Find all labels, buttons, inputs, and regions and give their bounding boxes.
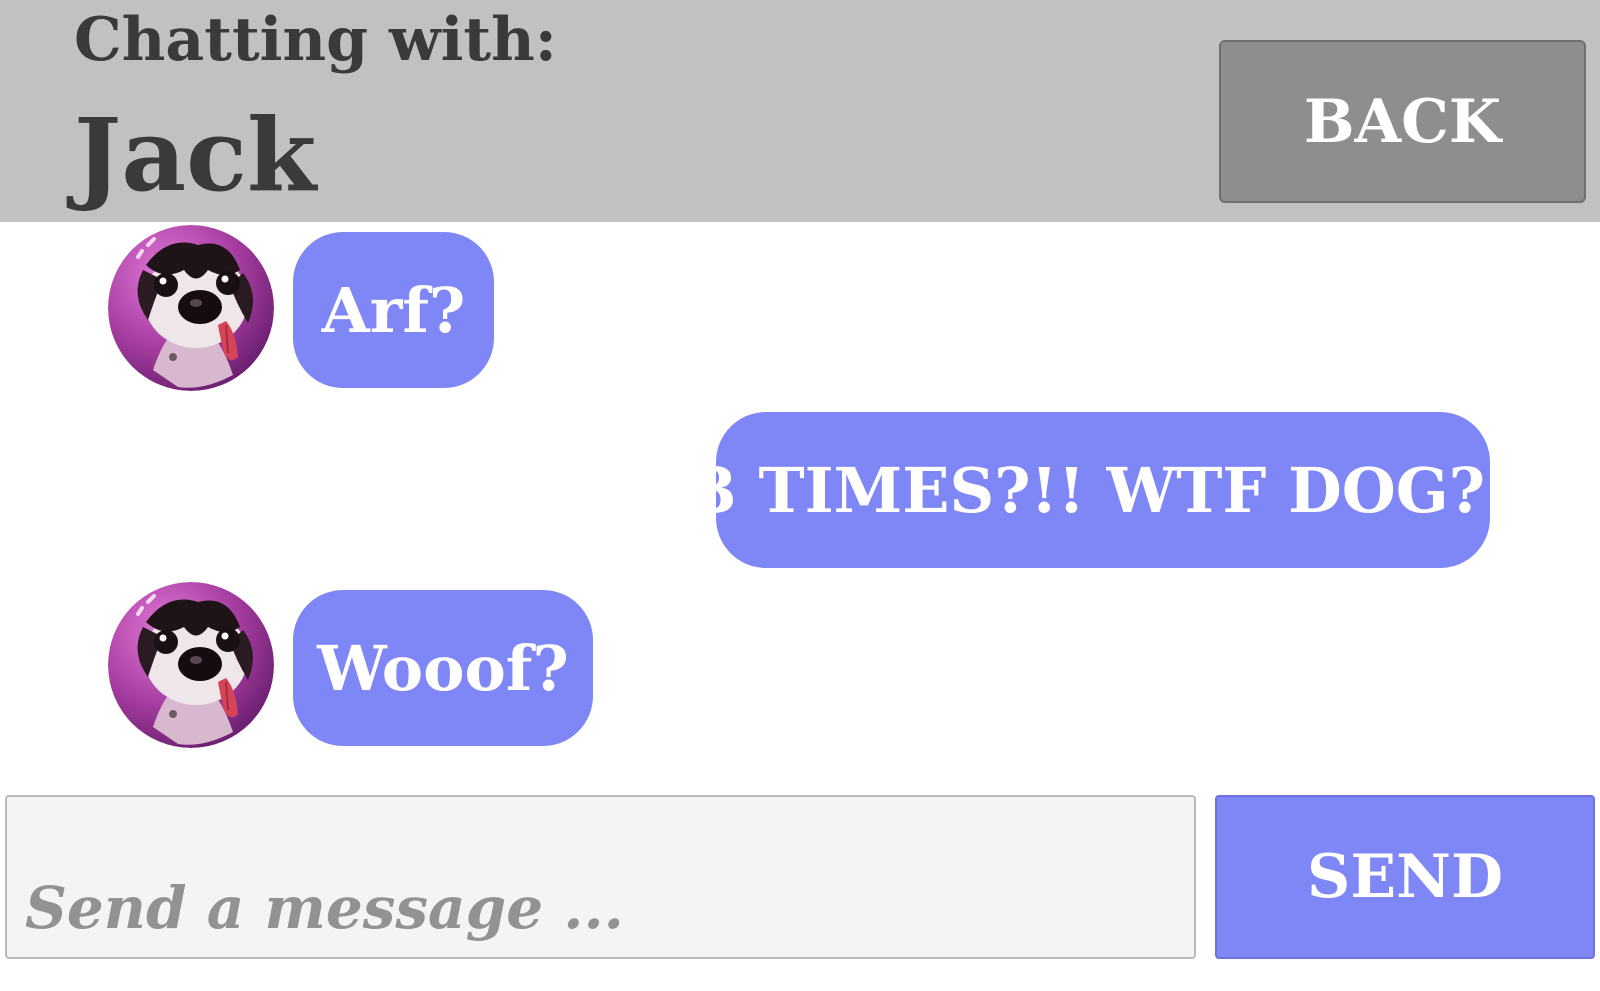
message-bubble-incoming: Arf? [293, 232, 494, 388]
chat-screen: Chatting with: Jack BACK Arf? 3 TIMES?!!… [0, 0, 1600, 991]
back-button[interactable]: BACK [1219, 40, 1586, 203]
message-bubble-incoming: Wooof? [293, 590, 593, 746]
message-list: Arf? 3 TIMES?!! WTF DOG?! Wooof? [0, 222, 1600, 792]
message-bubble-outgoing: 3 TIMES?!! WTF DOG?! [694, 412, 1512, 568]
message-input[interactable] [5, 795, 1196, 959]
dog-avatar-icon [108, 582, 274, 748]
contact-name: Jack [74, 96, 317, 214]
dog-avatar-icon [108, 225, 274, 391]
send-button[interactable]: SEND [1215, 795, 1595, 959]
chatting-with-label: Chatting with: [74, 5, 557, 75]
chat-header: Chatting with: Jack BACK [0, 0, 1600, 222]
